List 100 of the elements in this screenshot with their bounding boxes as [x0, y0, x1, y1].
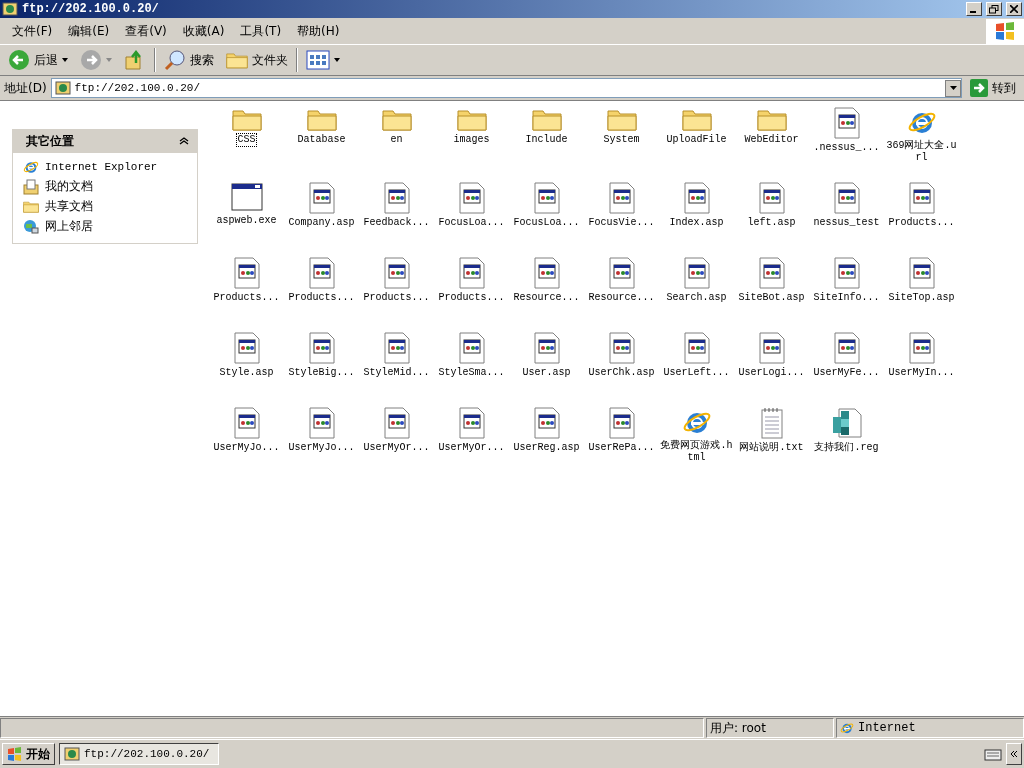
browser-e-icon — [23, 159, 39, 175]
document-icon — [232, 257, 261, 289]
document-icon — [382, 182, 411, 214]
file-name[interactable]: left.asp — [747, 217, 796, 229]
dropdown-button[interactable] — [945, 79, 961, 97]
notepad-icon — [759, 407, 784, 439]
file-name[interactable]: UserReg.asp — [513, 442, 580, 454]
file-name[interactable]: UserRePa... — [588, 442, 655, 454]
file-name[interactable]: Products... — [888, 217, 955, 229]
sidebar-link[interactable]: 网上邻居 — [23, 218, 187, 235]
menu-item[interactable]: 工具(T) — [232, 22, 290, 40]
sidebar-link[interactable]: 共享文档 — [23, 198, 187, 215]
sidebar-link[interactable]: Internet Explorer — [23, 159, 187, 175]
restore-button[interactable] — [986, 2, 1002, 16]
application-window-icon — [230, 182, 263, 212]
document-icon — [307, 182, 336, 214]
file-name[interactable]: Include — [525, 134, 568, 146]
document-icon — [307, 257, 336, 289]
file-name[interactable]: StyleBig... — [288, 367, 355, 379]
file-name[interactable]: Products... — [288, 292, 355, 304]
file-name[interactable]: SiteTop.asp — [888, 292, 955, 304]
menu-item[interactable]: 文件(F) — [4, 22, 61, 40]
file-name[interactable]: UserLeft... — [663, 367, 730, 379]
file-name[interactable]: WebEditor — [744, 134, 799, 146]
file-name[interactable]: System — [603, 134, 640, 146]
menu-item[interactable]: 收藏(A) — [174, 22, 233, 40]
menu-item[interactable]: 编辑(E) — [60, 22, 118, 40]
file-name[interactable]: FocusLoa... — [513, 217, 580, 229]
file-name[interactable]: aspweb.exe — [216, 215, 277, 227]
minimize-button[interactable] — [966, 2, 982, 16]
file-name[interactable]: FocusVie... — [588, 217, 655, 229]
file-name[interactable]: nessus_test — [813, 217, 880, 229]
file-name[interactable]: UserMyOr... — [438, 442, 505, 454]
file-name[interactable]: UserMyJo... — [213, 442, 280, 454]
folder-icon — [306, 107, 337, 131]
file-name[interactable]: StyleSma... — [438, 367, 505, 379]
document-icon — [607, 182, 636, 214]
file-name[interactable]: Resource... — [513, 292, 580, 304]
document-icon — [607, 407, 636, 439]
file-name[interactable]: UserMyIn... — [888, 367, 955, 379]
file-name[interactable]: .nessus_... — [813, 142, 880, 154]
file-name[interactable]: UploadFile — [666, 134, 727, 146]
document-icon — [532, 407, 561, 439]
document-icon — [532, 182, 561, 214]
go-button[interactable]: 转到 — [966, 79, 1020, 97]
document-icon — [607, 257, 636, 289]
address-field[interactable]: ftp://202.100.0.20/ — [50, 78, 962, 98]
file-name[interactable]: Index.asp — [669, 217, 724, 229]
windows-flag-icon — [7, 747, 23, 761]
file-name[interactable]: Products... — [213, 292, 280, 304]
file-name[interactable]: CSS — [237, 134, 256, 146]
document-icon — [232, 332, 261, 364]
file-name[interactable]: Style.asp — [219, 367, 274, 379]
file-name[interactable]: Database — [297, 134, 346, 146]
file-name[interactable]: UserChk.asp — [588, 367, 655, 379]
folder-icon — [681, 107, 712, 131]
file-name[interactable]: images — [453, 134, 490, 146]
file-name[interactable]: Resource... — [588, 292, 655, 304]
file-name[interactable]: FocusLoa... — [438, 217, 505, 229]
folder-icon — [231, 107, 262, 131]
show-tray-button[interactable] — [1006, 743, 1022, 765]
file-name[interactable]: UserLogi... — [738, 367, 805, 379]
start-button[interactable]: 开始 — [2, 743, 55, 765]
document-icon — [307, 332, 336, 364]
file-name[interactable]: 369网址大全.url — [884, 140, 959, 164]
file-name[interactable]: en — [390, 134, 403, 146]
file-name[interactable]: Products... — [363, 292, 430, 304]
collapse-chevron-icon[interactable] — [179, 137, 189, 145]
folders-button[interactable]: 文件夹 — [222, 49, 292, 71]
document-icon — [832, 332, 861, 364]
go-arrow-icon — [970, 79, 988, 97]
file-name[interactable]: UserMyFe... — [813, 367, 880, 379]
file-name[interactable]: StyleMid... — [363, 367, 430, 379]
file-name[interactable]: 免费网页游戏.html — [659, 440, 734, 464]
back-button[interactable]: 后退 — [4, 47, 72, 73]
status-text: 用户: root — [710, 719, 766, 737]
document-icon — [457, 182, 486, 214]
file-name[interactable]: SiteInfo... — [813, 292, 880, 304]
menu-item[interactable]: 帮助(H) — [289, 22, 348, 40]
document-icon — [307, 407, 336, 439]
file-name[interactable]: User.asp — [522, 367, 571, 379]
taskbar-button[interactable]: ftp://202.100.0.20/ — [59, 743, 219, 765]
file-name[interactable]: UserMyJo... — [288, 442, 355, 454]
file-name[interactable]: UserMyOr... — [363, 442, 430, 454]
folder-icon — [531, 107, 562, 131]
file-name[interactable]: 网站说明.txt — [739, 442, 804, 454]
file-name[interactable]: Feedback... — [363, 217, 430, 229]
search-button[interactable]: 搜索 — [160, 47, 218, 73]
close-button[interactable] — [1006, 2, 1022, 16]
file-name[interactable]: Products... — [438, 292, 505, 304]
file-name[interactable]: Company.asp — [288, 217, 355, 229]
document-icon — [382, 332, 411, 364]
file-name[interactable]: 支持我们.reg — [814, 442, 879, 454]
file-name[interactable]: Search.asp — [666, 292, 727, 304]
file-name[interactable]: SiteBot.asp — [738, 292, 805, 304]
document-icon — [607, 332, 636, 364]
menu-item[interactable]: 查看(V) — [117, 22, 175, 40]
search-icon — [164, 49, 186, 71]
sidebar-link[interactable]: 我的文档 — [23, 178, 187, 195]
folder-icon — [756, 107, 787, 131]
